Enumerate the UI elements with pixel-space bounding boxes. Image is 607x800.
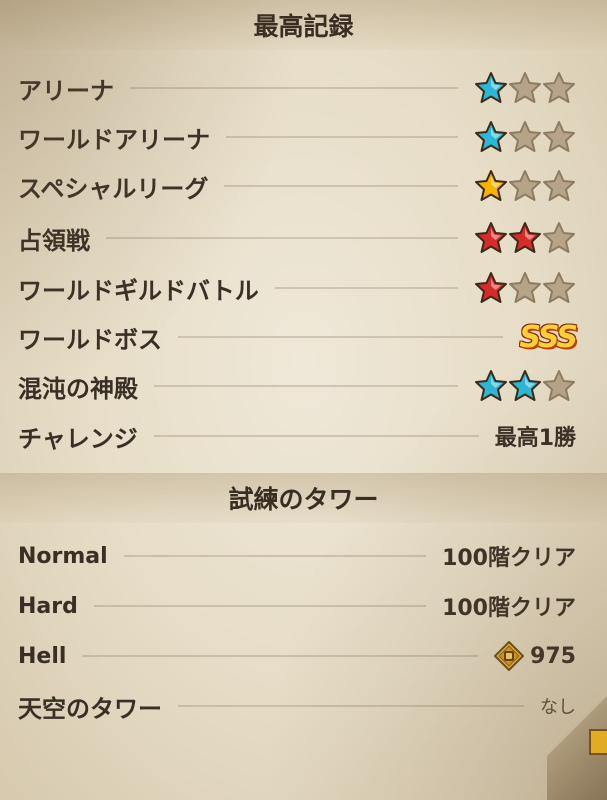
star-empty-icon bbox=[509, 170, 541, 201]
record-label: 占領戦 bbox=[18, 226, 90, 255]
leader-line bbox=[106, 237, 458, 239]
tower-row-hell: Hell 975 bbox=[18, 634, 576, 678]
star-filled-icon bbox=[475, 121, 507, 152]
star-empty-icon bbox=[543, 222, 575, 253]
record-row-world-boss: ワールドボス SSS bbox=[18, 315, 578, 359]
leader-line bbox=[130, 87, 458, 89]
record-row-siege: 占領戦 bbox=[18, 216, 576, 260]
star-rating bbox=[474, 169, 576, 203]
leader-line bbox=[154, 385, 458, 387]
star-empty-icon bbox=[543, 370, 575, 401]
record-row-world-guild-battle: ワールドギルドバトル bbox=[18, 266, 576, 310]
tower-title: 試練のタワー bbox=[228, 485, 379, 514]
tower-label: Hell bbox=[18, 643, 67, 669]
leader-line bbox=[178, 705, 524, 707]
leader-line bbox=[82, 655, 479, 657]
leader-line bbox=[178, 336, 504, 338]
star-filled-icon bbox=[509, 370, 541, 401]
leader-line bbox=[93, 605, 427, 607]
tower-value: 100階クリア bbox=[442, 596, 576, 621]
star-filled-icon bbox=[509, 222, 541, 253]
tower-header: 試練のタワー bbox=[0, 473, 607, 523]
bookmark-tab[interactable] bbox=[589, 729, 607, 755]
record-row-challenge: チャレンジ 最高1勝 bbox=[18, 414, 576, 458]
leader-line bbox=[226, 136, 458, 138]
star-filled-icon bbox=[475, 170, 507, 201]
records-title: 最高記録 bbox=[253, 12, 354, 41]
record-label: ワールドアリーナ bbox=[18, 125, 210, 154]
tower-label: 天空のタワー bbox=[18, 694, 162, 723]
star-rating bbox=[474, 369, 576, 403]
star-empty-icon bbox=[543, 72, 575, 103]
star-empty-icon bbox=[509, 272, 541, 303]
records-page: 最高記録 アリーナ ワールドアリーナ スペシャルリーグ 占領戦 ワールドギルドバ… bbox=[0, 0, 607, 800]
tower-value: 100階クリア bbox=[442, 546, 576, 571]
page-curl bbox=[547, 650, 607, 800]
tower-row-sky: 天空のタワー なし bbox=[18, 684, 576, 728]
medal-icon bbox=[494, 641, 525, 671]
star-empty-icon bbox=[509, 121, 541, 152]
leader-line bbox=[224, 185, 458, 187]
record-label: 混沌の神殿 bbox=[18, 374, 138, 403]
star-filled-icon bbox=[475, 370, 507, 401]
record-row-chaos-temple: 混沌の神殿 bbox=[18, 364, 576, 408]
records-header: 最高記録 bbox=[0, 0, 607, 50]
leader-line bbox=[123, 555, 427, 557]
star-rating bbox=[474, 221, 576, 255]
star-rating bbox=[474, 71, 576, 105]
tower-label: Hard bbox=[18, 593, 78, 619]
leader-line bbox=[274, 287, 458, 289]
record-row-world-arena: ワールドアリーナ bbox=[18, 115, 576, 159]
record-row-special-league: スペシャルリーグ bbox=[18, 164, 576, 208]
record-label: スペシャルリーグ bbox=[18, 174, 209, 203]
star-filled-icon bbox=[475, 72, 507, 103]
star-rating bbox=[474, 120, 576, 154]
star-filled-icon bbox=[475, 222, 507, 253]
rank-badge: SSS bbox=[519, 319, 578, 355]
star-empty-icon bbox=[543, 170, 575, 201]
record-row-arena: アリーナ bbox=[18, 66, 576, 110]
record-value: 最高1勝 bbox=[494, 426, 576, 451]
leader-line bbox=[153, 435, 479, 437]
star-rating bbox=[474, 271, 576, 305]
star-empty-icon bbox=[543, 121, 575, 152]
star-empty-icon bbox=[509, 72, 541, 103]
tower-label: Normal bbox=[18, 543, 108, 569]
tower-row-hard: Hard 100階クリア bbox=[18, 584, 576, 628]
tower-row-normal: Normal 100階クリア bbox=[18, 534, 576, 578]
record-label: ワールドギルドバトル bbox=[18, 276, 259, 305]
star-filled-icon bbox=[475, 272, 507, 303]
record-label: チャレンジ bbox=[18, 424, 138, 453]
record-label: アリーナ bbox=[18, 76, 114, 105]
record-label: ワールドボス bbox=[18, 325, 162, 354]
star-empty-icon bbox=[543, 272, 575, 303]
